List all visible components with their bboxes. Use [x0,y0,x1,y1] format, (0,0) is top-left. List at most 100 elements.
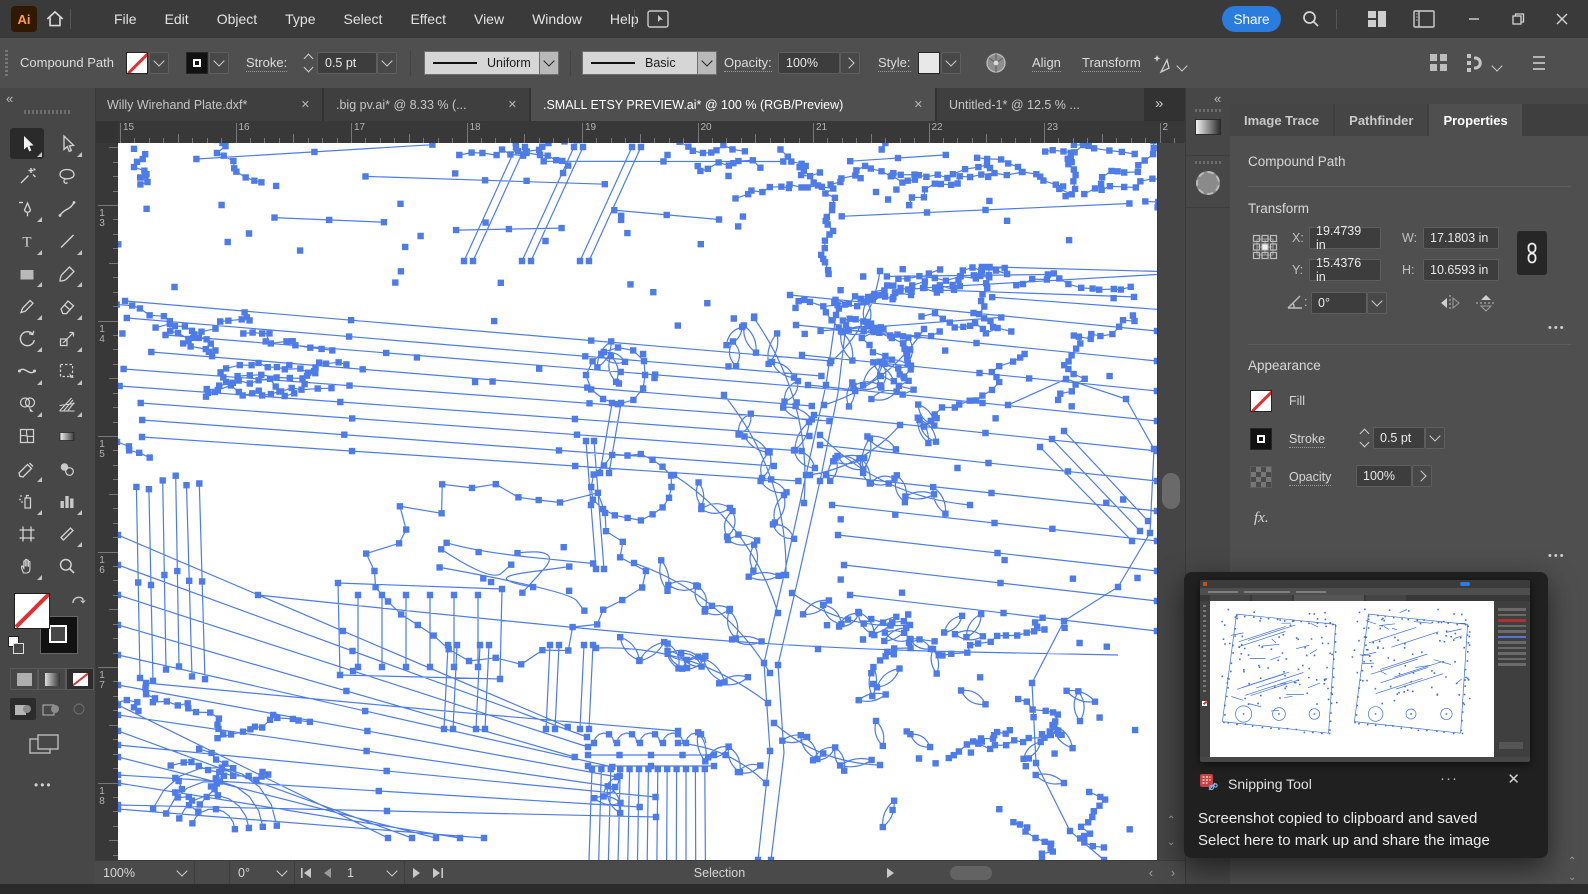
lasso-tool[interactable] [50,161,84,192]
draw-behind-button[interactable] [38,698,64,720]
restore-button[interactable] [1496,0,1540,38]
stroke-weight-field[interactable]: 0.5 pt [317,52,377,74]
last-artboard-icon[interactable] [427,861,449,885]
tab-close-icon[interactable]: ✕ [301,98,310,111]
first-artboard-icon[interactable] [295,861,317,885]
selection-tool[interactable] [10,128,44,159]
panel-dock-icon[interactable] [1412,9,1436,34]
opacity-field[interactable]: 100% [778,52,840,74]
scroll-down-icon[interactable]: ⌄ [1167,837,1175,848]
panel-scroll-up-icon[interactable]: ⌃ [1568,856,1576,867]
screenshot-thumbnail[interactable] [1200,580,1530,762]
paintbrush-tool[interactable] [50,258,84,289]
appearance-stroke-swatch[interactable] [1250,428,1272,450]
zoom-tool[interactable] [50,551,84,582]
magic-wand-tool[interactable] [10,161,44,192]
opacity-options[interactable] [840,52,860,74]
document-tab-2[interactable]: .big pv.ai* @ 8.33 % (... ✕ [324,88,529,121]
toolbar-grip[interactable] [24,110,70,114]
appearance-stroke-stepper[interactable] [1356,427,1372,449]
notification-close-icon[interactable]: ✕ [1507,770,1520,788]
rotation-field[interactable]: 0° [1311,292,1367,314]
hand-tool[interactable] [10,551,44,582]
style-swatch[interactable] [918,52,940,74]
style-dropdown[interactable] [941,52,961,74]
column-graph-tool[interactable] [50,486,84,517]
appearance-fill-label[interactable]: Fill [1289,394,1305,408]
brush-dropdown[interactable]: Basic [582,51,698,75]
menu-file[interactable]: File [100,11,151,27]
opacity-label[interactable]: Opacity: [724,55,772,72]
appearance-opacity-swatch[interactable] [1250,466,1272,488]
menu-effect[interactable]: Effect [396,11,460,27]
rotate-tool[interactable] [10,323,44,354]
pencil-tool[interactable] [10,291,44,322]
reference-point-icon[interactable] [1250,232,1280,265]
fill-color-proxy[interactable] [14,593,50,629]
symbol-sprayer-tool[interactable] [10,486,44,517]
scale-tool[interactable] [50,323,84,354]
transform-button[interactable]: Transform [1082,55,1141,72]
vertical-ruler[interactable]: 13 14 15 16 17 18 [95,143,119,860]
appearance-opacity-options[interactable] [1412,465,1432,487]
menu-select[interactable]: Select [330,11,397,27]
previous-artboard-icon[interactable] [317,861,339,885]
next-artboard-icon[interactable] [405,861,427,885]
selection-panel-button[interactable] [1186,156,1230,208]
vertical-scrollbar[interactable]: ⌃ ⌄ [1157,143,1185,860]
stroke-label[interactable]: Stroke: [246,55,288,72]
color-mode-button[interactable] [10,668,38,690]
menu-object[interactable]: Object [203,11,271,27]
horizontal-ruler[interactable]: 15 16 17 18 19 20 21 22 23 2 [118,121,1188,144]
menu-view[interactable]: View [460,11,518,27]
appearance-opacity-field[interactable]: 100% [1356,465,1412,487]
touch-workspace-icon[interactable] [646,8,670,35]
width-profile-chevron[interactable] [539,51,559,75]
direct-selection-tool[interactable] [50,128,84,159]
scroll-left-icon[interactable]: ‹ [1140,861,1162,885]
document-tab-1[interactable]: Willy Wirehand Plate.dxf* ✕ [95,88,322,121]
width-profile-dropdown[interactable]: Uniform [424,51,540,75]
constrain-proportions-button[interactable] [1517,231,1547,275]
horizontal-scrollbar-thumb[interactable] [950,866,992,880]
panel-tab-image-trace[interactable]: Image Trace [1230,104,1334,136]
pen-tool[interactable] [10,193,44,224]
edit-toolbar-icon[interactable]: ••• [34,778,53,792]
tab-close-icon[interactable]: ✕ [914,98,923,111]
snipping-tool-notification[interactable]: Snipping Tool ··· ✕ Screenshot copied to… [1184,572,1548,858]
screen-mode-button[interactable] [28,733,62,764]
rotation-dropdown[interactable] [1367,292,1387,314]
scroll-right-icon[interactable]: › [1162,861,1184,885]
share-button[interactable]: Share [1222,6,1281,32]
draw-normal-button[interactable] [10,698,36,720]
scroll-up-icon[interactable]: ⌃ [1167,815,1175,826]
select-similar-icon[interactable] [1152,52,1174,77]
appearance-stroke-label[interactable]: Stroke [1289,432,1326,448]
tab-close-icon[interactable]: ✕ [508,98,517,111]
artboard-number-select[interactable]: 1 [339,861,405,885]
w-field[interactable]: 17.1803 in [1423,227,1499,249]
y-field[interactable]: 15.4376 in [1309,256,1381,284]
controlbar-menu-icon[interactable] [1526,52,1548,77]
artboard-tool[interactable] [10,518,44,549]
menu-type[interactable]: Type [271,11,329,27]
home-icon[interactable] [44,8,66,35]
canvas-artwork[interactable] [118,143,1157,860]
search-icon[interactable] [1301,9,1321,34]
panel-tab-properties[interactable]: Properties [1429,104,1522,136]
panel-scroll-down-icon[interactable]: ⌄ [1568,872,1576,883]
arrange-icon[interactable] [1428,52,1450,77]
menu-window[interactable]: Window [518,11,596,27]
brush-chevron[interactable] [697,51,717,75]
slice-tool[interactable] [50,518,84,549]
close-button[interactable] [1540,0,1584,38]
eraser-tool[interactable] [50,291,84,322]
appearance-opacity-label[interactable]: Opacity [1289,470,1332,486]
zoom-select[interactable]: 100% [95,861,195,885]
flip-horizontal-icon[interactable] [1438,294,1462,315]
gradient-panel-button[interactable] [1186,104,1230,156]
type-tool[interactable]: T [10,226,44,257]
appearance-stroke-dropdown[interactable] [1425,427,1445,449]
swap-fill-stroke-icon[interactable] [70,591,88,607]
panel-tab-pathfinder[interactable]: Pathfinder [1335,104,1428,136]
